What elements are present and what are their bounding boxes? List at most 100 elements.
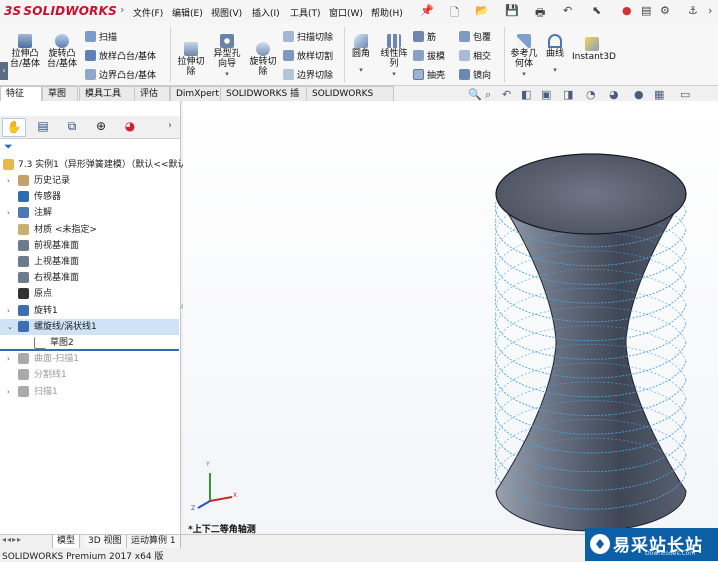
tree-item-top-plane[interactable]: 上视基准面 bbox=[0, 254, 179, 270]
expand-twisty-icon[interactable]: › bbox=[7, 205, 10, 221]
new-document-icon[interactable]: 🗋 bbox=[450, 4, 459, 23]
tree-item-sensors[interactable]: 传感器 bbox=[0, 189, 179, 205]
expand-twisty-icon[interactable]: ⌄ bbox=[7, 319, 13, 335]
featuremanager-tab-icon[interactable]: ✋ bbox=[2, 118, 26, 137]
hole-wizard-button[interactable]: 异型孔 向导 ▾ bbox=[209, 34, 245, 79]
graphics-area[interactable]: Y X Z *上下二等角轴测 bbox=[183, 101, 718, 535]
tree-item-front-plane[interactable]: 前视基准面 bbox=[0, 238, 179, 254]
expand-twisty-icon[interactable]: › bbox=[7, 384, 10, 400]
boundary-cut-button[interactable]: 边界切除 bbox=[283, 68, 333, 81]
hourglass-surface[interactable] bbox=[495, 193, 687, 532]
display-style-icon[interactable]: ◨ bbox=[563, 88, 573, 101]
dimxpert-tab-icon[interactable]: ⊕ bbox=[90, 118, 112, 135]
rib-button[interactable]: 筋 bbox=[413, 30, 436, 43]
menu-file[interactable]: 文件(F) bbox=[133, 6, 163, 19]
tree-item-revolve1[interactable]: › 旋转1 bbox=[0, 303, 179, 319]
tree-item-history[interactable]: › 历史记录 bbox=[0, 173, 179, 189]
tab-3d-views[interactable]: 3D 视图 bbox=[84, 535, 127, 548]
revolve-cut-button[interactable]: 旋转切 除 bbox=[246, 42, 280, 77]
undo-icon[interactable]: ↶ bbox=[563, 4, 572, 17]
tree-item-sweep1[interactable]: › 扫描1 bbox=[0, 384, 179, 400]
rollback-bar[interactable] bbox=[0, 349, 179, 351]
tree-item-helix1[interactable]: ⌄ 螺旋线/涡状线1 bbox=[0, 318, 179, 335]
boundary-boss-button[interactable]: 边界凸台/基体 bbox=[85, 68, 156, 81]
curves-button[interactable]: 曲线 ▾ bbox=[542, 34, 568, 75]
tree-item-origin[interactable]: 原点 bbox=[0, 286, 179, 302]
sweep-button[interactable]: 扫描 bbox=[85, 30, 117, 43]
tree-item-surface-sweep1[interactable]: › 曲面-扫描1 bbox=[0, 351, 179, 367]
revolve-boss-button[interactable]: 旋转凸 台/基体 bbox=[45, 34, 79, 69]
propertymanager-tab-icon[interactable]: ▤ bbox=[32, 118, 54, 135]
tab-mold-tools[interactable]: 模具工具 bbox=[79, 86, 135, 101]
linear-pattern-dropdown-icon[interactable]: ▾ bbox=[377, 69, 411, 79]
menu-tools[interactable]: 工具(T) bbox=[290, 6, 321, 19]
pin-icon[interactable]: 📌 bbox=[420, 4, 434, 17]
fillet-button[interactable]: 圆角 ▾ bbox=[347, 34, 375, 75]
tab-model[interactable]: 模型 bbox=[52, 535, 81, 549]
view-orientation-icon[interactable]: ▣ bbox=[541, 88, 551, 101]
expand-twisty-icon[interactable]: › bbox=[7, 173, 10, 189]
curves-dropdown-icon[interactable]: ▾ bbox=[542, 65, 568, 75]
hide-show-icon[interactable]: ◔ bbox=[586, 88, 596, 101]
render-icon[interactable]: ▦ bbox=[654, 88, 664, 101]
instant3d-button[interactable]: Instant3D bbox=[572, 37, 616, 62]
tree-item-annotations[interactable]: › 注解 bbox=[0, 205, 179, 221]
tab-motion-study[interactable]: 运动算例 1 bbox=[127, 535, 181, 548]
save-icon[interactable]: 💾 bbox=[505, 4, 519, 17]
file-properties-icon[interactable]: ▤ bbox=[641, 4, 651, 17]
draft-button[interactable]: 拔模 bbox=[413, 49, 445, 62]
extrude-cut-button[interactable]: 拉伸切 除 bbox=[174, 42, 208, 77]
tab-evaluate[interactable]: 评估 bbox=[134, 86, 170, 101]
appearance-icon[interactable]: ◕ bbox=[609, 88, 619, 101]
displaymanager-tab-icon[interactable]: ◕ bbox=[119, 118, 141, 135]
panel-more-icon[interactable]: › bbox=[168, 120, 172, 131]
expand-twisty-icon[interactable]: › bbox=[7, 351, 10, 367]
swept-cut-button[interactable]: 扫描切除 bbox=[283, 30, 333, 43]
section-view-icon[interactable]: ◧ bbox=[521, 88, 531, 101]
print-icon[interactable]: 🖶 bbox=[535, 4, 545, 23]
linear-pattern-button[interactable]: 线性阵 列 ▾ bbox=[377, 34, 411, 79]
ribbon-collapse-icon[interactable]: › bbox=[0, 62, 8, 80]
top-face[interactable] bbox=[495, 153, 687, 235]
tab-scroll-arrows[interactable]: ◂◂▸▸ bbox=[2, 535, 22, 544]
hole-wizard-dropdown-icon[interactable]: ▾ bbox=[209, 69, 245, 79]
lofted-cut-button[interactable]: 放样切割 bbox=[283, 49, 333, 62]
tab-sketch[interactable]: 草图 bbox=[42, 86, 78, 101]
intersect-button[interactable]: 相交 bbox=[459, 49, 491, 62]
menu-help[interactable]: 帮助(H) bbox=[371, 6, 403, 19]
reference-geometry-dropdown-icon[interactable]: ▾ bbox=[507, 69, 541, 79]
tab-solidworks-mbd[interactable]: SOLIDWORKS MBD bbox=[306, 86, 394, 113]
anchor-icon[interactable]: ⚓ bbox=[688, 4, 698, 17]
tree-item-material[interactable]: 材质 <未指定> bbox=[0, 222, 179, 238]
zoom-to-fit-icon[interactable]: 🔍 bbox=[468, 88, 482, 101]
tab-dimxpert[interactable]: DimXpert bbox=[170, 86, 226, 101]
zoom-to-area-icon[interactable]: ⌕ bbox=[485, 88, 491, 102]
solidworks-logo[interactable]: 3S SOLIDWORKS bbox=[4, 4, 117, 18]
extrude-boss-button[interactable]: 拉伸凸 台/基体 bbox=[8, 34, 42, 69]
options-icon[interactable]: ⚙ bbox=[660, 4, 670, 17]
expand-twisty-icon[interactable]: › bbox=[7, 303, 10, 319]
tab-features[interactable]: 特征 bbox=[0, 86, 42, 101]
menu-window[interactable]: 窗口(W) bbox=[329, 6, 363, 19]
wrap-button[interactable]: 包覆 bbox=[459, 30, 491, 43]
expand-menu-icon[interactable]: › bbox=[120, 3, 124, 16]
loft-boss-button[interactable]: 放样凸台/基体 bbox=[85, 49, 156, 62]
filter-icon[interactable]: ⏷ bbox=[4, 140, 13, 154]
reference-geometry-button[interactable]: 参考几 何体 ▾ bbox=[507, 34, 541, 79]
tab-solidworks-addins[interactable]: SOLIDWORKS 插件 bbox=[220, 86, 310, 113]
previous-view-icon[interactable]: ↶ bbox=[502, 88, 511, 101]
scene-icon[interactable]: ● bbox=[634, 88, 644, 101]
menu-insert[interactable]: 插入(I) bbox=[252, 6, 280, 19]
open-icon[interactable]: 📂 bbox=[475, 4, 489, 17]
fillet-dropdown-icon[interactable]: ▾ bbox=[347, 65, 375, 75]
shell-button[interactable]: 抽壳 bbox=[413, 68, 445, 81]
menu-view[interactable]: 视图(V) bbox=[211, 6, 242, 19]
menu-edit[interactable]: 编辑(E) bbox=[172, 6, 203, 19]
configurationmanager-tab-icon[interactable]: ⧉ bbox=[61, 118, 83, 135]
tree-item-right-plane[interactable]: 右视基准面 bbox=[0, 270, 179, 286]
rebuild-icon[interactable]: ● bbox=[622, 4, 632, 17]
more-icon[interactable]: › bbox=[708, 4, 712, 17]
display-settings-icon[interactable]: ▭ bbox=[680, 88, 690, 101]
tree-item-split-line1[interactable]: 分割线1 bbox=[0, 367, 179, 383]
tree-root[interactable]: 7.3 实例1（异形弹簧建模）（默认<<默认 bbox=[0, 157, 186, 173]
